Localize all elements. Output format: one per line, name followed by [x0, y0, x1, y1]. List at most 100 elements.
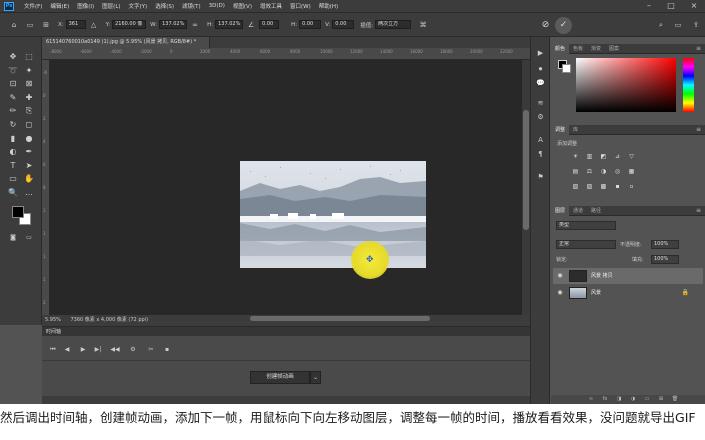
threshold-icon[interactable]: ▩	[598, 182, 609, 191]
group-icon[interactable]: ▭	[642, 395, 652, 404]
heal-tool-icon[interactable]: ✚	[22, 92, 36, 104]
levels-icon[interactable]: ▥	[584, 152, 595, 161]
interpolation-select[interactable]: 两次立方	[375, 20, 412, 29]
quick-mask-icon[interactable]: ◙	[6, 232, 20, 244]
hue-saturation-icon[interactable]: ▤	[570, 167, 581, 176]
search-icon[interactable]: ⌕	[655, 19, 667, 31]
create-frame-animation-button[interactable]: 创建帧动画	[250, 371, 310, 384]
color-balance-icon[interactable]: ⚖	[584, 167, 595, 176]
document-tab[interactable]: 615140760010a0149 (1).jpg @ 5.95% (风景 拷贝…	[42, 37, 210, 48]
selective-color-icon[interactable]: ▫	[626, 182, 637, 191]
transform-tool-icon[interactable]: ▭	[24, 19, 36, 31]
background-color-mini[interactable]	[562, 64, 571, 73]
document-size-info[interactable]: 7360 像素 x 4,000 像素 (72 ppi)	[70, 317, 148, 323]
properties-icon[interactable]: ⚙	[535, 112, 546, 122]
layer-mask-icon[interactable]: ◨	[614, 395, 624, 404]
settings-icon[interactable]: ⚙	[128, 345, 138, 355]
menu-filter[interactable]: 滤镜(T)	[178, 2, 205, 10]
visibility-eye-icon[interactable]: ◉	[556, 289, 564, 297]
home-icon[interactable]: ⌂	[8, 19, 20, 31]
history-brush-tool-icon[interactable]: ↻	[6, 119, 20, 131]
comment-icon[interactable]: 💬	[535, 78, 546, 88]
hskew-field[interactable]: 0.00	[299, 20, 322, 29]
next-frame-icon[interactable]: ▶|	[93, 345, 103, 355]
tab-channels[interactable]: 通道	[569, 206, 587, 216]
zoom-tool-icon[interactable]: 🔍	[6, 187, 20, 199]
layer-row[interactable]: ◉ 风景 🔒	[553, 285, 703, 301]
dodge-tool-icon[interactable]: ◐	[6, 146, 20, 158]
zoom-level[interactable]: 5.95%	[45, 317, 61, 323]
cancel-transform-icon[interactable]: ⊘	[537, 17, 554, 34]
frame-tool-icon[interactable]: ⊠	[22, 78, 36, 90]
more-tool-icon[interactable]: …	[22, 187, 36, 199]
audio-icon[interactable]: ◀◀	[110, 345, 120, 355]
brightness-icon[interactable]: ☀	[570, 152, 581, 161]
layer-name[interactable]: 风景 拷贝	[591, 272, 613, 279]
pen-tool-icon[interactable]: ✒	[22, 146, 36, 158]
previous-frame-icon[interactable]: ◀	[62, 345, 72, 355]
minimize-button[interactable]: –	[638, 0, 660, 12]
shape-tool-icon[interactable]: ▭	[6, 173, 20, 185]
vertical-scrollbar-thumb[interactable]	[523, 110, 529, 230]
menu-type[interactable]: 文字(Y)	[125, 2, 152, 10]
vskew-field[interactable]: 0.00	[332, 20, 355, 29]
tab-gradients[interactable]: 渐变	[587, 44, 605, 54]
fill-field[interactable]: 100%	[651, 255, 679, 264]
tab-swatches[interactable]: 色板	[569, 44, 587, 54]
x-field[interactable]: 361	[65, 20, 86, 29]
angle-field[interactable]: 0.00	[259, 20, 280, 29]
visibility-eye-icon[interactable]: ◉	[556, 272, 564, 280]
width-field[interactable]: 137.02%	[159, 20, 188, 29]
adjustments-icon[interactable]: ≋	[535, 98, 546, 108]
warp-icon[interactable]: ⌘	[417, 19, 429, 31]
marquee-tool-icon[interactable]: ⬚	[22, 51, 36, 63]
tab-patterns[interactable]: 图案	[605, 44, 623, 54]
move-tool-icon[interactable]: ✥	[6, 51, 20, 63]
eyedropper-tool-icon[interactable]: ✎	[6, 92, 20, 104]
invert-icon[interactable]: ▧	[570, 182, 581, 191]
first-frame-icon[interactable]: ⏮	[48, 345, 58, 355]
path-select-tool-icon[interactable]: ➤	[22, 160, 36, 172]
split-icon[interactable]: ✂	[146, 345, 156, 355]
menu-plugins[interactable]: 增效工具	[256, 2, 286, 10]
blend-mode-select[interactable]: 正常	[556, 240, 616, 249]
height-field[interactable]: 137.02%	[215, 20, 244, 29]
panel-menu-icon[interactable]: ≡	[696, 125, 701, 135]
brush-tool-icon[interactable]: ✏	[6, 105, 20, 117]
new-layer-icon[interactable]: ⊞	[656, 395, 666, 404]
commit-transform-icon[interactable]: ✓	[555, 17, 572, 34]
hue-slider[interactable]	[683, 58, 694, 112]
channel-mixer-icon[interactable]: ▦	[626, 167, 637, 176]
menu-edit[interactable]: 编辑(E)	[46, 2, 73, 10]
type-tool-icon[interactable]: T	[6, 160, 20, 172]
tab-layers[interactable]: 图层	[551, 205, 570, 216]
character-icon[interactable]: A	[535, 135, 546, 145]
gradient-map-icon[interactable]: ▪	[612, 182, 623, 191]
paragraph-icon[interactable]: ¶	[535, 149, 546, 159]
photo-filter-icon[interactable]: ◎	[612, 167, 623, 176]
play-icon[interactable]: ▶	[78, 345, 88, 355]
menu-3d[interactable]: 3D(D)	[205, 3, 229, 9]
y-field[interactable]: 2160.00 像	[112, 20, 147, 29]
record-icon[interactable]: ⏺	[535, 64, 546, 74]
menu-file[interactable]: 文件(F)	[20, 2, 46, 10]
maximize-button[interactable]: □	[660, 0, 682, 12]
foreground-color-swatch[interactable]	[12, 206, 24, 218]
magic-wand-tool-icon[interactable]: ✦	[22, 65, 36, 77]
menu-select[interactable]: 选择(S)	[151, 2, 178, 10]
crop-tool-icon[interactable]: ⊡	[6, 78, 20, 90]
chevron-down-icon[interactable]: ⌄	[310, 371, 321, 384]
menu-view[interactable]: 视图(V)	[229, 2, 256, 10]
play-action-icon[interactable]: ▶	[535, 48, 546, 58]
document-image[interactable]	[240, 161, 426, 268]
tab-color[interactable]: 颜色	[551, 43, 570, 54]
menu-window[interactable]: 窗口(W)	[286, 2, 315, 10]
link-layers-icon[interactable]: ∞	[586, 395, 596, 404]
adjustment-layer-icon[interactable]: ◑	[628, 395, 638, 404]
panel-menu-icon[interactable]: ≡	[696, 44, 701, 54]
tab-paths[interactable]: 路径	[587, 206, 605, 216]
opacity-field[interactable]: 100%	[651, 240, 679, 249]
color-picker-field[interactable]	[576, 58, 676, 112]
reference-point-icon[interactable]: ⊞	[40, 19, 52, 31]
curves-icon[interactable]: ◩	[598, 152, 609, 161]
